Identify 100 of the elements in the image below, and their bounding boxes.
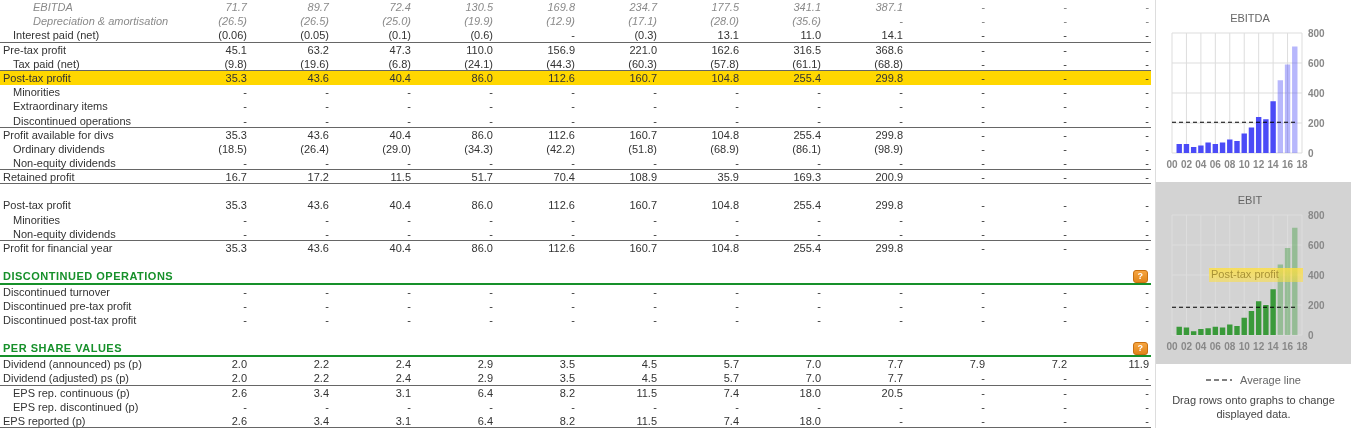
table-cell: 7.2: [987, 356, 1069, 372]
table-cell: -: [1069, 56, 1151, 71]
table-cell: 3.1: [331, 385, 413, 400]
table-row[interactable]: EPS rep. continuous (p) 2.6 3.4 3.1 6.4 8.2 11.5 7.4 18.0 20.5 - - -: [0, 385, 1151, 400]
section-heading: DISCONTINUED OPERATIONS: [3, 269, 174, 283]
table-row[interactable]: Post-tax profit 35.3 43.6 40.4 86.0 112.6 160.7 104.8 255.4 299.8 - - -: [0, 184, 1151, 213]
table-cell-text: (25.0): [381, 14, 412, 29]
table-cell: 47.3: [331, 42, 413, 57]
table-cell: 6.4: [413, 385, 495, 400]
table-cell: (68.8): [823, 56, 905, 71]
table-cell: 2.4: [331, 356, 413, 372]
table-cell: 7.4: [659, 413, 741, 429]
table-row[interactable]: Discontinued pre-tax profit - - - - - - - - - - - -: [0, 299, 1151, 314]
table-cell-text: -: [406, 399, 412, 414]
y-tick-label: 0: [1308, 148, 1314, 159]
x-tick-label: 00: [1166, 341, 1178, 352]
table-cell: -: [1069, 413, 1151, 429]
x-tick-label: 04: [1195, 159, 1207, 170]
table-cell: -: [1069, 42, 1151, 57]
table-cell: 13.1: [659, 28, 741, 43]
table-cell: -: [987, 371, 1069, 386]
table-row[interactable]: Post-tax profit 35.3 43.6 40.4 86.0 112.6 160.7 104.8 255.4 299.8 - - -: [0, 70, 1151, 86]
table-cell: (26.5): [167, 14, 249, 29]
table-cell: 40.4: [331, 240, 413, 255]
table-cell-text: -: [488, 399, 494, 414]
table-cell-text: (98.9): [873, 141, 904, 157]
table-cell-text: -: [488, 299, 494, 314]
table-cell: -: [1069, 127, 1151, 142]
table-row[interactable]: Discontinued operations - - - - - - - - - - - -: [0, 113, 1151, 128]
table-cell: 2.6: [167, 413, 249, 429]
table-cell: -: [905, 226, 987, 241]
table-cell: 16.7: [167, 170, 249, 185]
table-row[interactable]: Minorities - - - - - - - - - - - -: [0, 212, 1151, 227]
y-tick-label: 400: [1308, 270, 1325, 281]
table-cell: 3.4: [249, 413, 331, 429]
table-row[interactable]: Discontinued post-tax profit - - - - - - - - - - - -: [0, 313, 1151, 328]
table-cell: -: [249, 113, 331, 128]
table-row[interactable]: EPS rep. discontinued (p) - - - - - - - - - - - -: [0, 399, 1151, 414]
table-cell-text: -: [242, 299, 248, 314]
table-cell-text: (18.5): [217, 141, 248, 157]
table-cell: -: [167, 156, 249, 171]
table-row[interactable]: Ordinary dividends (18.5) (26.4) (29.0) (34.3) (42.2) (51.8) (68.9) (86.1) (98.9) - - -: [0, 141, 1151, 157]
table-cell: 2.0: [167, 371, 249, 386]
table-cell: (6.8): [331, 56, 413, 71]
table-cell: -: [823, 156, 905, 171]
y-tick-label: 800: [1308, 28, 1325, 39]
table-cell: -: [741, 113, 823, 128]
table-cell-text: -: [406, 299, 412, 314]
table-row[interactable]: Tax paid (net) (9.8) (19.6) (6.8) (24.1) (44.3) (60.3) (57.8) (61.1) (68.8) - - -: [0, 56, 1151, 71]
table-row[interactable]: Depreciation & amortisation (26.5) (26.5) (25.0) (19.9) (12.9) (17.1) (28.0) (35.6) - - - -: [0, 14, 1151, 29]
table-cell-text: -: [1144, 99, 1150, 114]
table-cell-text: -: [980, 0, 986, 15]
chart-title: EBITDA: [1230, 12, 1270, 24]
table-cell-text: -: [898, 399, 904, 414]
y-tick-label: 200: [1308, 118, 1325, 129]
table-row[interactable]: Interest paid (net) (0.06) (0.05) (0.1) (0.6) - (0.3) 13.1 11.0 14.1 - - -: [0, 28, 1151, 43]
table-cell: (0.1): [331, 28, 413, 43]
table-cell: -: [331, 284, 413, 299]
table-cell-text: -: [1144, 14, 1150, 29]
table-row[interactable]: Pre-tax profit 45.1 63.2 47.3 110.0 156.9 221.0 162.6 316.5 368.6 - - -: [0, 42, 1151, 57]
table-cell: -: [413, 85, 495, 100]
table-cell-text: (34.3): [463, 141, 494, 157]
table-cell: -: [577, 226, 659, 241]
table-row[interactable]: Retained profit 16.7 17.2 11.5 51.7 70.4 108.9 35.9 169.3 200.9 - - -: [0, 170, 1151, 185]
table-cell-text: (26.4): [299, 141, 330, 157]
table-cell: -: [495, 156, 577, 171]
x-tick-label: 16: [1282, 341, 1294, 352]
table-row[interactable]: EPS reported (p) 2.6 3.4 3.1 6.4 8.2 11.5 7.4 18.0 - - - -: [0, 413, 1151, 429]
table-row[interactable]: EBITDA 71.7 89.7 72.4 130.5 169.8 234.7 177.5 341.1 387.1 - - -: [0, 0, 1151, 15]
table-row[interactable]: Dividend (adjusted) ps (p) 2.0 2.2 2.4 2.9 3.5 4.5 5.7 7.0 7.7 - - -: [0, 371, 1151, 386]
row-label: Depreciation & amortisation: [32, 14, 167, 29]
table-cell: -: [577, 113, 659, 128]
table-cell: -: [905, 240, 987, 255]
table-row[interactable]: Extraordinary items - - - - - - - - - - - -: [0, 99, 1151, 114]
table-cell: -: [331, 113, 413, 128]
table-cell: -: [659, 284, 741, 299]
table-cell: -: [741, 226, 823, 241]
table-cell-text: -: [980, 313, 986, 328]
table-cell-text: -: [488, 99, 494, 114]
table-cell-text: -: [1062, 212, 1068, 227]
table-cell: -: [1069, 240, 1151, 255]
table-row[interactable]: Dividend (announced) ps (p) 2.0 2.2 2.4 2.9 3.5 4.5 5.7 7.0 7.7 7.9 7.2 11.9: [0, 356, 1151, 372]
table-cell-text: -: [980, 212, 986, 227]
table-cell-text: -: [898, 99, 904, 114]
y-tick-label: 600: [1308, 240, 1325, 251]
table-cell: (9.8): [167, 56, 249, 71]
table-cell: -: [659, 113, 741, 128]
table-cell: 7.7: [823, 371, 905, 386]
table-row[interactable]: Discontinued turnover - - - - - - - - - - - -: [0, 284, 1151, 299]
table-row[interactable]: Profit available for divs 35.3 43.6 40.4 86.0 112.6 160.7 104.8 255.4 299.8 - - -: [0, 127, 1151, 142]
table-cell-text: (29.0): [381, 141, 412, 157]
table-cell: -: [1069, 226, 1151, 241]
row-label: Minorities: [0, 85, 167, 100]
row-label: EPS rep. continuous (p): [0, 385, 167, 400]
table-cell-text: -: [652, 212, 658, 227]
table-cell: -: [905, 42, 987, 57]
table-row[interactable]: Non-equity dividends - - - - - - - - - - - -: [0, 226, 1151, 241]
table-row[interactable]: Non-equity dividends - - - - - - - - - - - -: [0, 156, 1151, 171]
table-row[interactable]: Minorities - - - - - - - - - - - -: [0, 85, 1151, 100]
table-row[interactable]: Profit for financial year 35.3 43.6 40.4 86.0 112.6 160.7 104.8 255.4 299.8 - - -: [0, 240, 1151, 255]
